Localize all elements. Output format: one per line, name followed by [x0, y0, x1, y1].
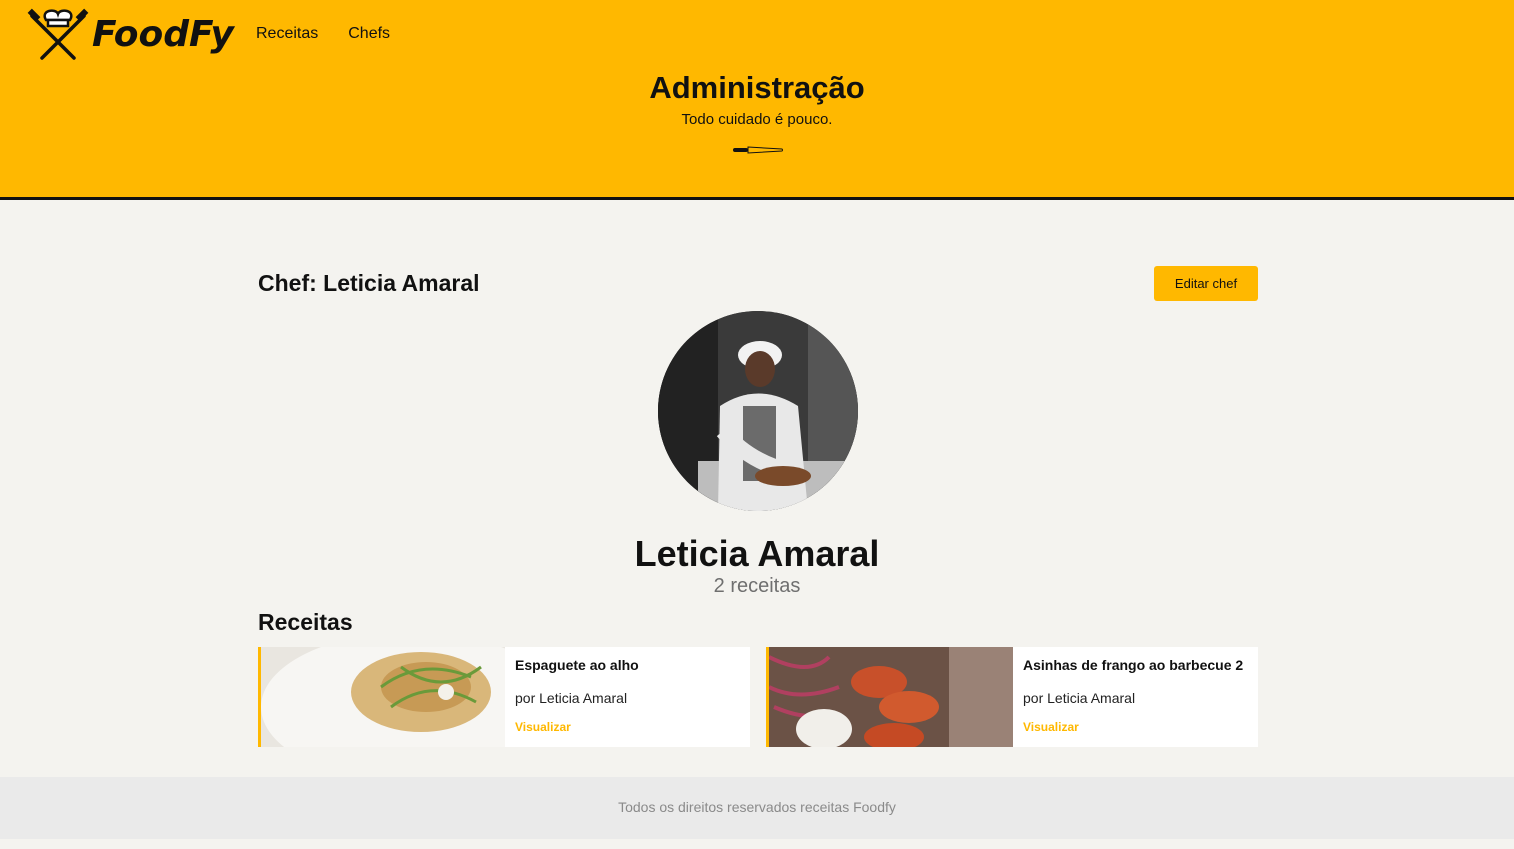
view-recipe-link[interactable]: Visualizar — [1023, 720, 1248, 734]
chicken-wings-image — [769, 647, 1013, 747]
brand-name: FoodFy — [92, 13, 234, 55]
edit-chef-button[interactable]: Editar chef — [1154, 266, 1258, 301]
recipe-author: por Leticia Amaral — [1023, 690, 1136, 706]
recipe-title: Asinhas de frango ao barbecue 2 — [1023, 657, 1244, 673]
view-recipe-link[interactable]: Visualizar — [515, 720, 740, 734]
nav-link-chefs[interactable]: Chefs — [348, 25, 390, 43]
recipe-card[interactable]: Espaguete ao alho por Leticia Amaral Vis… — [258, 647, 750, 747]
recipe-info: Asinhas de frango ao barbecue 2 por Leti… — [1013, 647, 1258, 747]
chef-heading: Chef: Leticia Amaral — [258, 270, 480, 296]
page-title: Administração — [649, 70, 865, 105]
spaghetti-image — [261, 647, 505, 747]
knife-icon — [733, 146, 783, 154]
brand-logo[interactable]: FoodFy — [26, 6, 234, 62]
recipe-card[interactable]: Asinhas de frango ao barbecue 2 por Leti… — [766, 647, 1258, 747]
recipe-thumbnail — [258, 647, 505, 747]
recipe-thumbnail — [766, 647, 1013, 747]
chef-avatar — [658, 311, 858, 511]
recipe-author: por Leticia Amaral — [515, 690, 628, 706]
page-subtitle: Todo cuidado é pouco. — [681, 111, 833, 128]
chef-recipe-count: 2 receitas — [713, 575, 801, 597]
chef-photo-image — [658, 311, 858, 511]
chef-name: Leticia Amaral — [634, 533, 880, 574]
footer-text: Todos os direitos reservados receitas Fo… — [618, 799, 896, 815]
site-footer: Todos os direitos reservados receitas Fo… — [0, 777, 1514, 839]
recipes-section-title: Receitas — [258, 609, 353, 635]
chef-knives-icon — [27, 8, 89, 60]
site-header: FoodFy Receitas Chefs Administração Todo… — [0, 0, 1514, 200]
main-nav: Receitas Chefs — [256, 25, 390, 43]
recipe-title: Espaguete ao alho — [515, 657, 639, 673]
nav-link-receitas[interactable]: Receitas — [256, 25, 318, 43]
recipe-info: Espaguete ao alho por Leticia Amaral Vis… — [505, 647, 750, 747]
